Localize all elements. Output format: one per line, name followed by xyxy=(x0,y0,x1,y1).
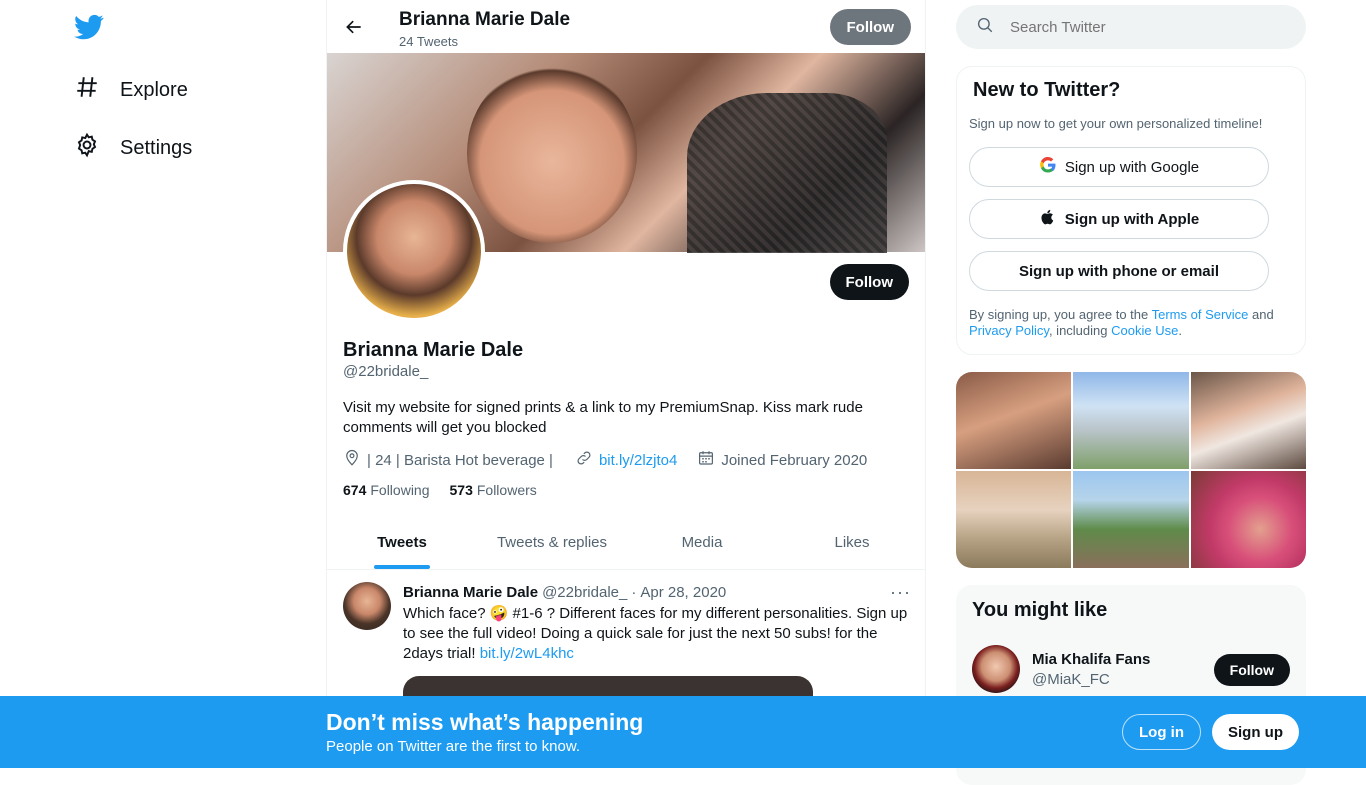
privacy-link[interactable]: Privacy Policy xyxy=(969,323,1049,338)
apple-icon xyxy=(1039,208,1057,230)
signup-title: New to Twitter? xyxy=(973,79,1121,101)
tweet-author-name[interactable]: Brianna Marie Dale xyxy=(403,584,538,601)
bottom-bar-title: Don’t miss what’s happening xyxy=(326,709,644,735)
suggested-avatar[interactable] xyxy=(972,645,1020,693)
bottom-bar-subtitle: People on Twitter are the first to know. xyxy=(326,738,581,755)
profile-handle: @22bridale_ xyxy=(343,363,429,380)
suggested-follow-button[interactable]: Follow xyxy=(1213,654,1290,686)
signup-subtitle: Sign up now to get your own personalized… xyxy=(969,116,1263,131)
signup-phone-button[interactable]: Sign up with phone or email xyxy=(969,251,1269,291)
profile-stats: 674 Following 573 Followers xyxy=(343,482,537,498)
header-follow-button[interactable]: Follow xyxy=(829,9,911,45)
tweet-header: Brianna Marie Dale @22bridale_ · Apr 28,… xyxy=(403,584,726,601)
profile-column: Brianna Marie Dale 24 Tweets Follow Foll… xyxy=(326,0,926,768)
nav-explore-label: Explore xyxy=(120,78,188,101)
tab-tweets[interactable]: Tweets xyxy=(327,516,477,569)
signup-button[interactable]: Sign up xyxy=(1212,714,1299,750)
more-options-icon[interactable]: ··· xyxy=(890,582,911,603)
suggested-handle[interactable]: @MiaK_FC xyxy=(1032,671,1110,688)
profile-bio: Visit my website for signed prints & a l… xyxy=(343,399,863,436)
twitter-bird-icon[interactable] xyxy=(74,12,104,42)
header-name: Brianna Marie Dale xyxy=(399,9,571,30)
signup-apple-label: Sign up with Apple xyxy=(1064,210,1200,228)
tweet-date[interactable]: Apr 28, 2020 xyxy=(640,584,726,601)
media-thumbnail[interactable] xyxy=(1073,471,1189,568)
hashtag-icon xyxy=(74,74,100,106)
profile-header-bar: Brianna Marie Dale 24 Tweets Follow xyxy=(327,0,925,53)
profile-follow-button[interactable]: Follow xyxy=(829,264,909,300)
you-might-like-title: You might like xyxy=(972,599,1108,621)
banner-photo-detail xyxy=(687,93,887,253)
media-thumbnail[interactable] xyxy=(1190,372,1306,469)
media-thumbnail[interactable] xyxy=(1190,471,1306,568)
calendar-icon xyxy=(697,449,715,471)
profile-meta: | 24 | Barista Hot beverage | bit.ly/2lz… xyxy=(343,449,867,471)
media-thumbnail[interactable] xyxy=(956,372,1072,469)
signup-apple-button[interactable]: Sign up with Apple xyxy=(969,199,1269,239)
media-thumbnail[interactable] xyxy=(956,471,1072,568)
suggested-name[interactable]: Mia Khalifa Fans xyxy=(1032,651,1150,668)
profile-tabs: Tweets Tweets & replies Media Likes xyxy=(327,516,925,570)
login-button[interactable]: Log in xyxy=(1122,714,1201,750)
signup-card: New to Twitter? Sign up now to get your … xyxy=(956,66,1306,355)
tab-tweets-replies[interactable]: Tweets & replies xyxy=(477,516,627,569)
back-arrow-icon[interactable] xyxy=(341,14,367,40)
profile-name: Brianna Marie Dale xyxy=(343,339,524,361)
profile-avatar[interactable] xyxy=(343,180,485,322)
following-stat[interactable]: 674 Following xyxy=(343,482,430,498)
search-input[interactable] xyxy=(1010,18,1280,36)
nav-explore[interactable]: Explore xyxy=(74,74,188,106)
tweet-author-handle[interactable]: @22bridale_ xyxy=(542,584,627,601)
location-pin-icon xyxy=(343,449,361,471)
header-tweet-count: 24 Tweets xyxy=(399,34,459,49)
tab-likes[interactable]: Likes xyxy=(777,516,925,569)
tab-media[interactable]: Media xyxy=(627,516,777,569)
tweet-avatar[interactable] xyxy=(343,582,391,630)
bottom-signup-bar: Don’t miss what’s happening People on Tw… xyxy=(0,696,1366,768)
media-thumbnail[interactable] xyxy=(1073,372,1189,469)
signup-legal: By signing up, you agree to the Terms of… xyxy=(969,307,1274,338)
link-icon xyxy=(575,449,593,471)
gear-icon xyxy=(74,132,100,164)
google-icon xyxy=(1039,156,1057,178)
media-grid xyxy=(956,372,1306,568)
cookie-link[interactable]: Cookie Use xyxy=(1111,323,1178,338)
profile-website-link[interactable]: bit.ly/2lzjto4 xyxy=(599,452,677,469)
search-icon xyxy=(976,16,994,39)
signup-google-button[interactable]: Sign up with Google xyxy=(969,147,1269,187)
nav-settings[interactable]: Settings xyxy=(74,132,192,164)
terms-link[interactable]: Terms of Service xyxy=(1152,307,1249,322)
followers-stat[interactable]: 573 Followers xyxy=(450,482,537,498)
signup-google-label: Sign up with Google xyxy=(1064,158,1200,176)
profile-location: | 24 | Barista Hot beverage | xyxy=(367,451,553,469)
nav-settings-label: Settings xyxy=(120,136,193,159)
search-bar[interactable] xyxy=(956,5,1306,49)
tweet-separator: · xyxy=(631,584,637,601)
tweet-text: Which face? 🤪 #1-6 ? Different faces for… xyxy=(403,605,908,662)
banner-photo-subject xyxy=(467,63,637,243)
tweet-link[interactable]: bit.ly/2wL4khc xyxy=(480,645,574,662)
profile-joined: Joined February 2020 xyxy=(721,451,868,469)
